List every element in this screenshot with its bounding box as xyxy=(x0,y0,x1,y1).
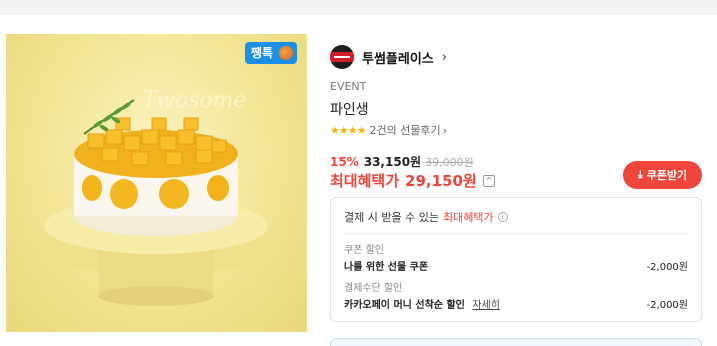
discount-rate: 15% xyxy=(330,155,359,169)
payment-discount-label: 결제수단 할인 xyxy=(344,283,403,294)
product-image: Twosome 쨍특 xyxy=(6,34,307,332)
coupon-discount-label: 쿠폰 할인 xyxy=(344,245,384,256)
brand-name: 투썸플레이스 xyxy=(362,51,434,67)
payment-discount-amount: -2,000원 xyxy=(646,300,688,311)
payment-discount-name: 카카오페이 머니 선착순 할인 xyxy=(344,300,465,311)
divider xyxy=(344,233,688,234)
sale-price: 33,150원 xyxy=(363,155,422,169)
benefit-title-prefix: 결제 시 받을 수 있는 xyxy=(344,211,439,224)
info-icon[interactable]: i xyxy=(497,212,508,222)
chevron-right-icon: › xyxy=(441,49,447,65)
top-strip xyxy=(0,0,717,15)
get-coupon-label: 쿠폰받기 xyxy=(646,169,688,182)
review-link[interactable]: ★★★★ 2건의 선물후기 › xyxy=(330,122,447,138)
max-benefit-row: 최대혜택가 29,150원 ^ xyxy=(330,170,495,191)
badge-dot-icon xyxy=(279,46,293,60)
collapse-toggle-icon[interactable]: ^ xyxy=(482,174,495,187)
event-tag: EVENT xyxy=(330,80,367,93)
cake-illustration xyxy=(44,99,268,306)
original-price: 39,000원 xyxy=(425,156,474,169)
brand-link[interactable]: 투썸플레이스 › xyxy=(330,45,447,69)
download-icon: ⤓ xyxy=(637,168,643,181)
special-badge: 쨍특 xyxy=(244,42,297,64)
benefit-title-highlight: 최대혜택가 xyxy=(442,211,494,224)
product-title: 파인생 xyxy=(330,102,369,118)
special-badge-label: 쨍특 xyxy=(250,46,273,60)
benefit-panel: 결제 시 받을 수 있는 최대혜택가 i 쿠폰 할인 나를 위한 선물 쿠폰 -… xyxy=(330,197,702,322)
cake-topper-logo: Twosome xyxy=(142,88,247,113)
max-benefit-price: 29,150원 xyxy=(405,172,477,190)
coupon-discount-item: 나를 위한 선물 쿠폰 xyxy=(344,262,429,273)
price-row: 15% 33,150원 39,000원 xyxy=(330,153,474,170)
brand-logo xyxy=(330,45,354,69)
benefit-panel-title: 결제 시 받을 수 있는 최대혜택가 i xyxy=(344,209,508,225)
chevron-right-icon: › xyxy=(442,123,448,137)
review-count-label: 2건의 선물후기 xyxy=(369,124,441,137)
details-link[interactable]: 자세히 xyxy=(472,300,500,311)
max-benefit-label: 최대혜택가 xyxy=(330,172,400,190)
star-rating-icon: ★★★★ xyxy=(330,123,366,137)
next-panel xyxy=(330,338,702,346)
payment-discount-item: 카카오페이 머니 선착순 할인 자세히 xyxy=(344,296,500,311)
coupon-discount-amount: -2,000원 xyxy=(646,262,688,273)
get-coupon-button[interactable]: ⤓ 쿠폰받기 xyxy=(623,161,702,189)
